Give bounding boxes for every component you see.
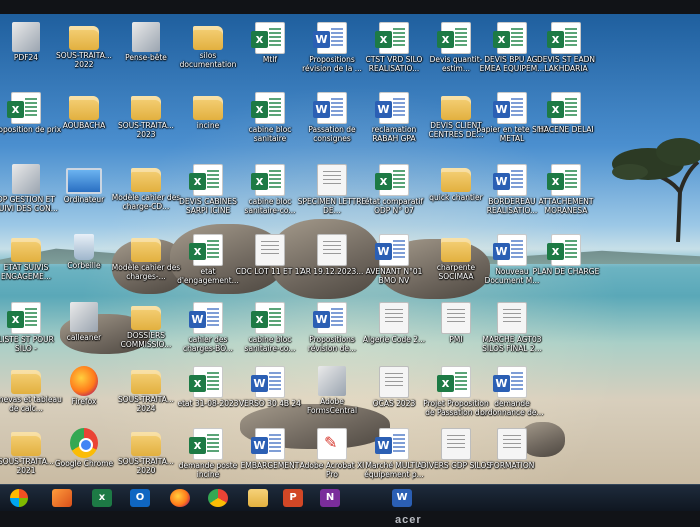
recycle-bin-icon (74, 234, 94, 260)
desktop-icon-area: PDF24 SOUS-TRAITA... 2022 Pense-bête silos … (0, 14, 700, 484)
excel-file-icon (251, 22, 285, 54)
application-icon (12, 164, 40, 194)
folder-icon (131, 238, 161, 262)
excel-file-icon (7, 302, 41, 334)
word-taskbar-icon[interactable]: W (392, 489, 412, 507)
file-explorer-taskbar-icon[interactable] (248, 489, 268, 507)
excel-file-icon (375, 164, 409, 196)
word-file-icon (251, 366, 285, 398)
application-icon (132, 22, 160, 52)
desktop-icon-label: HACENE DELAI (538, 125, 594, 134)
document-icon (379, 366, 409, 398)
application-icon (12, 22, 40, 52)
word-file-icon (313, 302, 347, 334)
folder-icon (11, 370, 41, 394)
word-file-icon (493, 164, 527, 196)
application-icon (70, 302, 98, 332)
excel-file-icon (189, 428, 223, 460)
document-icon (317, 234, 347, 266)
excel-file-icon (251, 302, 285, 334)
desktop-icon-label: ATTACHEMENT MORANESA (538, 197, 594, 215)
excel-file-icon (493, 22, 527, 54)
onenote-taskbar-icon[interactable]: N (320, 489, 340, 507)
desktop-icon[interactable]: ATTACHEMENT MORANESA (530, 164, 602, 215)
desktop-icon-label: demande ordonnance de... (480, 399, 544, 417)
start-button[interactable] (10, 489, 28, 507)
firefox-icon (70, 366, 98, 396)
desktop-icon[interactable]: FORMATION (476, 428, 548, 471)
folder-icon (131, 96, 161, 120)
document-icon (317, 164, 347, 196)
word-file-icon (375, 92, 409, 124)
desktop-icon-label: FORMATION (489, 461, 535, 470)
desktop-icon-label: DEVIS ST EADN LAKHDARIA (537, 55, 595, 73)
outlook-taskbar-icon[interactable]: O (130, 489, 150, 507)
desktop-icon-label: PLAN DE CHARGE (532, 267, 600, 276)
chrome-icon (70, 428, 98, 458)
pdf-file-icon (317, 428, 347, 460)
excel-file-icon (189, 366, 223, 398)
excel-taskbar-icon[interactable]: x (92, 489, 112, 507)
folder-icon (441, 168, 471, 192)
desktop-icon[interactable]: demande ordonnance de... (476, 366, 548, 417)
excel-file-icon (547, 22, 581, 54)
excel-file-icon (189, 164, 223, 196)
desktop-icon[interactable]: MARCHE AGT03 SILOS FINAL 2... (476, 302, 548, 353)
excel-file-icon (547, 164, 581, 196)
folder-icon (441, 96, 471, 120)
folder-icon (131, 432, 161, 456)
folder-icon (441, 238, 471, 262)
word-file-icon (313, 22, 347, 54)
monitor-brand-logo: acer (395, 514, 422, 526)
word-file-icon (189, 302, 223, 334)
desktop-wallpaper: PDF24 SOUS-TRAITA... 2022 Pense-bête silos … (0, 14, 700, 484)
taskbar: x O P N W (0, 484, 700, 511)
desktop-icon-label: MARCHE AGT03 SILOS FINAL 2... (482, 335, 542, 353)
document-icon (441, 302, 471, 334)
document-icon (255, 234, 285, 266)
folder-icon (193, 96, 223, 120)
chrome-taskbar-icon[interactable] (208, 489, 228, 507)
computer-icon (66, 168, 102, 194)
desktop-icon[interactable]: PLAN DE CHARGE (530, 234, 602, 277)
folder-icon (69, 26, 99, 50)
word-file-icon (313, 92, 347, 124)
firefox-taskbar-icon[interactable] (170, 489, 190, 507)
media-player-icon[interactable] (52, 489, 72, 507)
desktop-icon[interactable]: HACENE DELAI (530, 92, 602, 135)
word-file-icon (493, 234, 527, 266)
monitor: PDF24 SOUS-TRAITA... 2022 Pense-bête silos … (0, 0, 700, 527)
powerpoint-taskbar-icon[interactable]: P (283, 489, 303, 507)
word-file-icon (251, 428, 285, 460)
folder-icon (69, 96, 99, 120)
word-file-icon (375, 234, 409, 266)
word-file-icon (375, 428, 409, 460)
word-file-icon (493, 92, 527, 124)
excel-file-icon (547, 234, 581, 266)
folder-icon (11, 238, 41, 262)
excel-file-icon (437, 366, 471, 398)
word-file-icon (493, 366, 527, 398)
document-icon (441, 428, 471, 460)
excel-file-icon (437, 22, 471, 54)
excel-file-icon (547, 92, 581, 124)
folder-icon (131, 370, 161, 394)
document-icon (379, 302, 409, 334)
folder-icon (193, 26, 223, 50)
excel-file-icon (251, 92, 285, 124)
folder-icon (11, 432, 41, 456)
document-icon (497, 428, 527, 460)
excel-file-icon (7, 92, 41, 124)
excel-file-icon (251, 164, 285, 196)
folder-icon (131, 168, 161, 192)
excel-file-icon (189, 234, 223, 266)
folder-icon (131, 306, 161, 330)
application-icon (318, 366, 346, 396)
excel-file-icon (375, 22, 409, 54)
document-icon (497, 302, 527, 334)
desktop-icon[interactable]: DEVIS ST EADN LAKHDARIA (530, 22, 602, 73)
